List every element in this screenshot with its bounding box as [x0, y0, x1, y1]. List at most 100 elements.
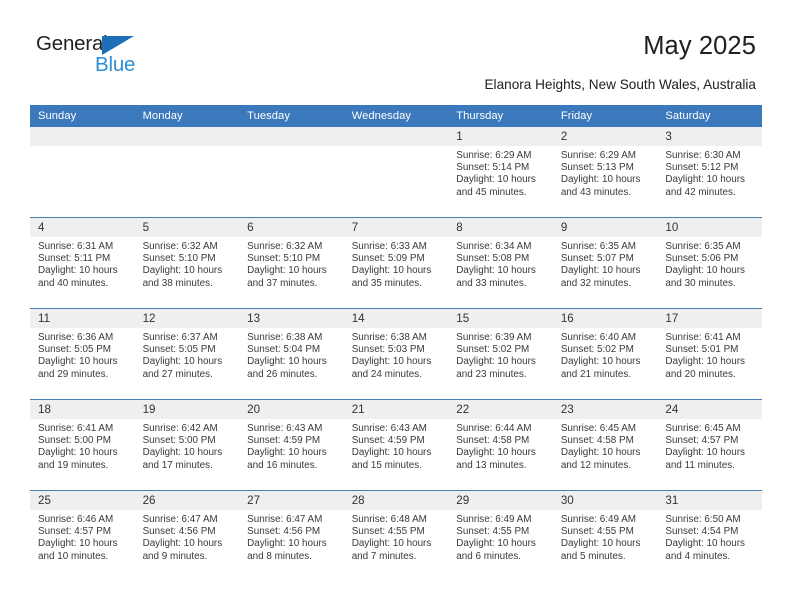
calendar-day-cell[interactable]: 10 Sunrise: 6:35 AM Sunset: 5:06 PM Dayligh… — [657, 217, 762, 309]
sunrise-time: Sunrise: 6:48 AM — [351, 514, 427, 525]
calendar-day-cell[interactable]: 9 Sunrise: 6:35 AM Sunset: 5:07 PM Daylight… — [552, 217, 658, 309]
sunset-time: Sunset: 4:55 PM — [456, 526, 530, 538]
calendar-day-cell[interactable]: 3 Sunrise: 6:30 AM Sunset: 5:12 PM Daylight… — [657, 127, 762, 218]
sunrise-time: Sunrise: 6:42 AM — [142, 423, 218, 434]
daylight-duration-line1: Daylight: 10 hours — [351, 356, 432, 368]
daylight-duration-line2: and 40 minutes. — [38, 277, 109, 289]
day-astronomy-info: Sunrise: 6:31 AM Sunset: 5:11 PM Daylight:… — [30, 237, 135, 290]
sunrise-time: Sunrise: 6:44 AM — [456, 423, 532, 434]
calendar-day-cell[interactable]: 21 Sunrise: 6:43 AM Sunset: 4:59 PM Dayligh… — [343, 399, 449, 491]
calendar-day-cell[interactable]: 19 Sunrise: 6:42 AM Sunset: 5:00 PM Dayligh… — [134, 399, 240, 491]
day-cell-content: 15 Sunrise: 6:39 AM Sunset: 5:02 PM Dayligh… — [448, 309, 553, 399]
page-title: May 2025 — [643, 32, 756, 60]
daylight-duration-line2: and 42 minutes. — [665, 186, 736, 198]
daylight-duration-line1: Daylight: 10 hours — [247, 356, 327, 368]
daylight-duration-line1: Daylight: 10 hours — [351, 265, 432, 277]
calendar-day-cell[interactable]: 13 Sunrise: 6:38 AM Sunset: 5:04 PM Dayligh… — [239, 308, 344, 400]
daylight-duration-line1: Daylight: 10 hours — [456, 174, 536, 186]
calendar-header-row: Sunday Monday Tuesday Wednesday Thursday Frid… — [30, 105, 762, 127]
day-number — [343, 127, 449, 146]
sunset-time: Sunset: 5:07 PM — [560, 253, 634, 265]
day-cell-content: 28 Sunrise: 6:48 AM Sunset: 4:55 PM Dayligh… — [343, 491, 449, 581]
calendar-day-cell[interactable]: 20 Sunrise: 6:43 AM Sunset: 4:59 PM Dayligh… — [239, 399, 344, 491]
sunrise-time: Sunrise: 6:38 AM — [351, 332, 427, 343]
sunset-time: Sunset: 5:09 PM — [351, 253, 425, 265]
daylight-duration-line2: and 43 minutes. — [560, 186, 632, 198]
day-number: 6 — [239, 218, 344, 237]
day-number: 19 — [134, 400, 240, 419]
calendar-day-cell[interactable]: 4 Sunrise: 6:31 AM Sunset: 5:11 PM Daylight… — [30, 217, 135, 309]
sunset-time: Sunset: 4:58 PM — [456, 435, 530, 447]
daylight-duration-line2: and 9 minutes. — [142, 550, 208, 562]
day-number: 24 — [657, 400, 762, 419]
sunset-time: Sunset: 5:05 PM — [142, 344, 216, 356]
daylight-duration-line2: and 32 minutes. — [560, 277, 632, 289]
calendar-day-cell[interactable]: 29 Sunrise: 6:49 AM Sunset: 4:55 PM Dayligh… — [448, 490, 553, 581]
sunset-time: Sunset: 5:01 PM — [665, 344, 739, 356]
day-cell-content — [134, 127, 240, 217]
sunset-time: Sunset: 4:55 PM — [351, 526, 425, 538]
calendar-day-cell[interactable]: 7 Sunrise: 6:33 AM Sunset: 5:09 PM Daylight… — [343, 217, 449, 309]
day-cell-content: 17 Sunrise: 6:41 AM Sunset: 5:01 PM Dayligh… — [657, 309, 762, 399]
sunrise-time: Sunrise: 6:45 AM — [560, 423, 637, 434]
day-astronomy-info: Sunrise: 6:29 AM Sunset: 5:14 PM Daylight:… — [448, 146, 553, 199]
daylight-duration-line1: Daylight: 10 hours — [456, 538, 536, 550]
weekday-header-row: Sunday Monday Tuesday Wednesday Thursday Frid… — [30, 105, 762, 127]
day-number: 17 — [657, 309, 762, 328]
general-blue-logo[interactable]: General Blue — [36, 33, 206, 82]
calendar-day-cell[interactable]: 22 Sunrise: 6:44 AM Sunset: 4:58 PM Dayligh… — [448, 399, 553, 491]
page-header: General Blue May 2025 Elanora Heights, N… — [0, 0, 792, 92]
daylight-duration-line2: and 27 minutes. — [142, 368, 213, 380]
calendar-day-cell[interactable]: 17 Sunrise: 6:41 AM Sunset: 5:01 PM Dayligh… — [657, 308, 762, 400]
calendar-day-cell[interactable]: 8 Sunrise: 6:34 AM Sunset: 5:08 PM Daylight… — [448, 217, 553, 309]
sunrise-time: Sunrise: 6:32 AM — [247, 241, 323, 252]
sunrise-time: Sunrise: 6:39 AM — [456, 332, 532, 343]
calendar-day-cell[interactable]: 27 Sunrise: 6:47 AM Sunset: 4:56 PM Dayligh… — [239, 490, 344, 581]
calendar-day-cell[interactable]: 24 Sunrise: 6:45 AM Sunset: 4:57 PM Dayligh… — [657, 399, 762, 491]
weekday-header-thursday: Thursday — [448, 105, 553, 127]
sunrise-time: Sunrise: 6:43 AM — [351, 423, 427, 434]
calendar-day-cell[interactable]: 12 Sunrise: 6:37 AM Sunset: 5:05 PM Dayligh… — [134, 308, 240, 400]
daylight-duration-line2: and 29 minutes. — [38, 368, 109, 380]
day-astronomy-info: Sunrise: 6:48 AM Sunset: 4:55 PM Daylight:… — [344, 510, 449, 563]
calendar-day-cell[interactable]: 18 Sunrise: 6:41 AM Sunset: 5:00 PM Dayligh… — [30, 399, 135, 491]
daylight-duration-line1: Daylight: 10 hours — [665, 447, 745, 459]
sunrise-time: Sunrise: 6:35 AM — [560, 241, 637, 252]
day-astronomy-info: Sunrise: 6:43 AM Sunset: 4:59 PM Daylight:… — [344, 419, 449, 472]
daylight-duration-line1: Daylight: 10 hours — [560, 356, 641, 368]
day-number: 20 — [239, 400, 344, 419]
sunset-time: Sunset: 5:10 PM — [247, 253, 321, 265]
day-astronomy-info: Sunrise: 6:45 AM Sunset: 4:57 PM Daylight:… — [657, 419, 762, 472]
day-cell-content: 8 Sunrise: 6:34 AM Sunset: 5:08 PM Daylight… — [448, 218, 553, 308]
calendar-week-row: 18 Sunrise: 6:41 AM Sunset: 5:00 PM Dayligh… — [30, 399, 762, 491]
calendar-day-cell[interactable]: 25 Sunrise: 6:46 AM Sunset: 4:57 PM Dayligh… — [30, 490, 135, 581]
daylight-duration-line1: Daylight: 10 hours — [665, 265, 745, 277]
day-astronomy-info: Sunrise: 6:36 AM Sunset: 5:05 PM Daylight:… — [30, 328, 135, 381]
calendar-day-cell[interactable]: 1 Sunrise: 6:29 AM Sunset: 5:14 PM Daylight… — [448, 127, 553, 218]
calendar-day-cell[interactable]: 31 Sunrise: 6:50 AM Sunset: 4:54 PM Dayligh… — [657, 490, 762, 581]
day-number: 10 — [657, 218, 762, 237]
calendar-day-cell[interactable]: 16 Sunrise: 6:40 AM Sunset: 5:02 PM Dayligh… — [552, 308, 658, 400]
daylight-duration-line1: Daylight: 10 hours — [38, 538, 118, 550]
sunrise-time: Sunrise: 6:43 AM — [247, 423, 323, 434]
calendar-day-cell[interactable]: 2 Sunrise: 6:29 AM Sunset: 5:13 PM Daylight… — [552, 127, 658, 218]
calendar-day-cell[interactable]: 30 Sunrise: 6:49 AM Sunset: 4:55 PM Dayligh… — [552, 490, 658, 581]
calendar-day-cell[interactable]: 15 Sunrise: 6:39 AM Sunset: 5:02 PM Dayligh… — [448, 308, 553, 400]
sunset-time: Sunset: 5:02 PM — [560, 344, 634, 356]
calendar-day-cell[interactable]: 11 Sunrise: 6:36 AM Sunset: 5:05 PM Dayligh… — [30, 308, 135, 400]
day-cell-content: 18 Sunrise: 6:41 AM Sunset: 5:00 PM Dayligh… — [30, 400, 135, 490]
day-astronomy-info: Sunrise: 6:37 AM Sunset: 5:05 PM Daylight:… — [135, 328, 240, 381]
day-cell-content: 26 Sunrise: 6:47 AM Sunset: 4:56 PM Dayligh… — [134, 491, 240, 581]
daylight-duration-line2: and 7 minutes. — [351, 550, 417, 562]
sunrise-time: Sunrise: 6:30 AM — [665, 150, 741, 161]
calendar-day-cell[interactable]: 28 Sunrise: 6:48 AM Sunset: 4:55 PM Dayligh… — [343, 490, 449, 581]
calendar-day-cell[interactable]: 26 Sunrise: 6:47 AM Sunset: 4:56 PM Dayligh… — [134, 490, 240, 581]
sunset-time: Sunset: 5:04 PM — [247, 344, 321, 356]
day-cell-content: 10 Sunrise: 6:35 AM Sunset: 5:06 PM Dayligh… — [657, 218, 762, 308]
sunset-time: Sunset: 5:10 PM — [142, 253, 216, 265]
calendar-day-cell[interactable]: 23 Sunrise: 6:45 AM Sunset: 4:58 PM Dayligh… — [552, 399, 658, 491]
calendar-day-cell[interactable]: 5 Sunrise: 6:32 AM Sunset: 5:10 PM Daylight… — [134, 217, 240, 309]
day-cell-content — [30, 127, 135, 217]
calendar-day-cell[interactable]: 6 Sunrise: 6:32 AM Sunset: 5:10 PM Daylight… — [239, 217, 344, 309]
calendar-day-cell[interactable]: 14 Sunrise: 6:38 AM Sunset: 5:03 PM Dayligh… — [343, 308, 449, 400]
